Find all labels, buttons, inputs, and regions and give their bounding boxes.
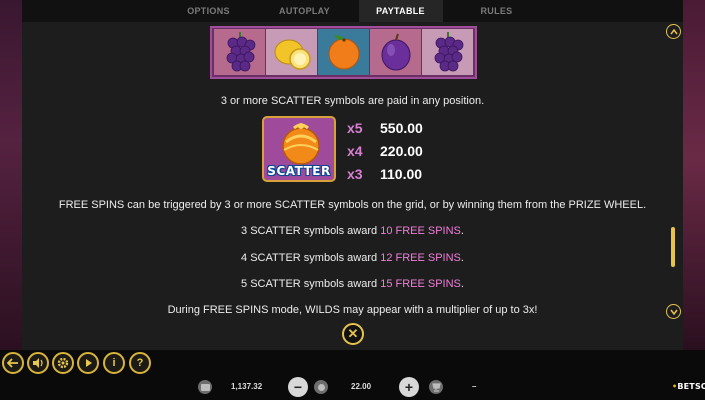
paytable-content: 3 or more SCATTER symbols are paid in an… [22,22,683,320]
gear-icon [57,357,69,369]
scrollbar-thumb[interactable] [671,227,675,267]
payout-value: 550.00 [380,120,423,136]
background-left [0,0,22,350]
info-button[interactable]: i [103,352,125,374]
payout-multiplier: x4 [347,143,363,159]
sound-button[interactable] [27,352,49,374]
betsoft-logo: •BETSOFT [672,382,705,391]
minus-icon: − [293,379,303,395]
award-highlight: 15 FREE SPINS [380,278,461,290]
help-icon: ? [136,357,144,369]
tab-rules[interactable]: RULES [455,0,539,22]
scroll-up-button[interactable] [666,24,681,39]
scatter-info-text: 3 or more SCATTER symbols are paid in an… [220,95,485,107]
tab-paytable[interactable]: PAYTABLE [358,0,443,22]
award-text: 4 SCATTER symbols award [241,252,381,264]
balance-value: 1,137.32 [231,381,263,391]
free-spins-intro-text: FREE SPINS can be triggered by 3 or more… [58,199,647,211]
close-button[interactable]: ✕ [342,323,364,345]
award-line-4: 4 SCATTER symbols award 12 FREE SPINS. [22,252,683,264]
plum-icon [370,29,421,75]
payout-row: x4 220.00 [347,141,423,161]
coins-icon [314,380,328,394]
payout-row: x5 550.00 [347,118,423,138]
wilds-note-text: During FREE SPINS mode, WILDS may appear… [167,304,538,316]
arrow-left-icon [7,358,18,368]
plus-icon: + [404,379,414,395]
settings-button[interactable] [52,352,74,374]
autoplay-button[interactable] [77,352,99,374]
payout-multiplier: x3 [347,166,363,182]
payout-value: 220.00 [380,143,423,159]
award-suffix: . [460,225,464,237]
increase-bet-button[interactable]: + [399,377,419,397]
award-text: 3 SCATTER symbols award [241,225,381,237]
tab-autoplay[interactable]: AUTOPLAY [263,0,347,22]
decrease-bet-button[interactable]: − [288,377,308,397]
speaker-icon [33,358,43,368]
lemon-icon [266,29,317,75]
symbol-reel-strip [210,26,477,79]
background-right [683,0,705,350]
trophy-icon [429,380,443,394]
win-value: – [472,381,477,391]
tab-bar: OPTIONS AUTOPLAY PAYTABLE RULES [22,0,683,22]
scatter-symbol: SCATTER [262,116,336,182]
logo-text: BETSOFT [677,382,705,391]
payout-value: 110.00 [380,166,423,182]
chevron-up-icon [669,28,678,34]
info-icon: i [112,357,116,369]
paytable-panel: OPTIONS AUTOPLAY PAYTABLE RULES 3 or mor… [22,0,683,350]
back-button[interactable] [2,352,24,374]
close-icon: ✕ [347,326,359,341]
help-button[interactable]: ? [129,352,151,374]
award-suffix: . [460,278,464,290]
award-highlight: 12 FREE SPINS [380,252,461,264]
play-icon [86,359,92,367]
award-highlight: 10 FREE SPINS [380,225,461,237]
award-line-3: 3 SCATTER symbols award 10 FREE SPINS. [22,225,683,237]
payout-row: x3 110.00 [347,164,422,184]
chevron-down-icon [669,309,678,315]
wallet-icon [198,380,212,394]
bet-value: 22.00 [351,381,372,391]
grapes-icon [422,29,473,75]
award-line-5: 5 SCATTER symbols award 15 FREE SPINS. [22,278,683,290]
award-text: 5 SCATTER symbols award [241,278,381,290]
orange-icon [318,29,369,75]
award-suffix: . [460,252,464,264]
tab-options[interactable]: OPTIONS [167,0,251,22]
scroll-down-button[interactable] [666,304,681,319]
scatter-symbol-label: SCATTER [267,164,331,178]
grapes-icon [214,29,265,75]
payout-multiplier: x5 [347,120,363,136]
